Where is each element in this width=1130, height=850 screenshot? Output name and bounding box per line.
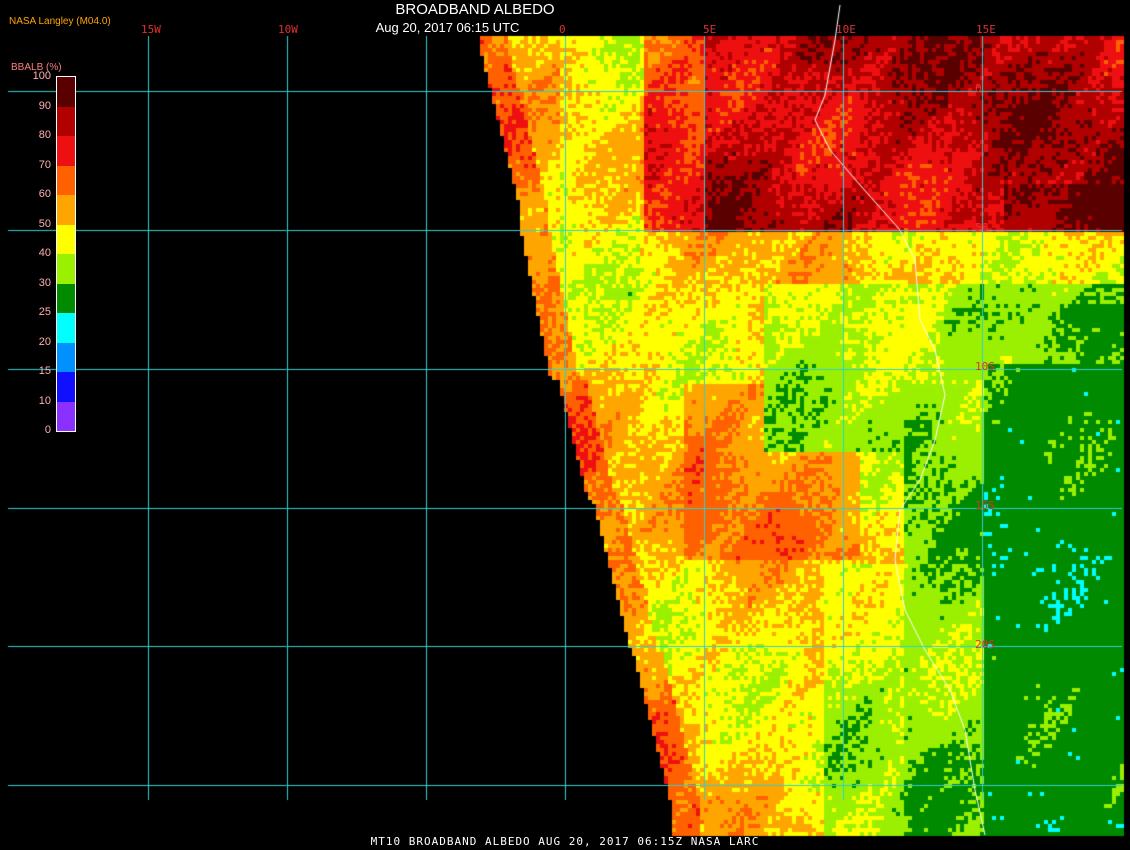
colorbar-swatch [57, 372, 75, 402]
colorbar-tick-label: 20 [38, 335, 51, 348]
colorbar-swatch [57, 224, 75, 254]
colorbar-swatch [57, 106, 75, 136]
map-datetime: Aug 20, 2017 06:15 UTC [375, 20, 520, 35]
colorbar-tick-label: 90 [38, 99, 51, 112]
longitude-label: 10W [278, 23, 298, 36]
colorbar-tick-label: 25 [38, 306, 51, 318]
colorbar-swatch [57, 313, 75, 343]
longitude-label: 15E [976, 23, 996, 36]
longitude-label: 10E [836, 23, 856, 36]
longitude-label: 15W [141, 23, 161, 36]
colorbar-tick-label: 100 [32, 70, 51, 82]
longitude-label: 0 [559, 23, 566, 36]
colorbar-tick-label: 40 [38, 247, 51, 259]
map-title: BROADBAND ALBEDO [395, 1, 555, 18]
latitude-label: 15S [975, 499, 995, 512]
colorbar-tick-label: 0 [44, 424, 51, 436]
latitude-label: 20S [975, 638, 995, 651]
colorbar-tick-label: 10 [38, 394, 51, 407]
colorbar-swatch [57, 195, 75, 225]
latitude-label: 10S [975, 360, 995, 373]
colorbar [56, 76, 76, 432]
latitude-label: 0 [975, 82, 982, 95]
colorbar-tick-label: 15 [38, 365, 51, 377]
longitude-label: 5E [703, 23, 717, 36]
colorbar-tick-label: 70 [38, 158, 51, 171]
colorbar-tick-label: 50 [38, 217, 51, 230]
colorbar-tick-label: 60 [38, 188, 51, 200]
footer-caption: MT10 BROADBAND ALBEDO AUG 20, 2017 06:15… [370, 835, 760, 848]
colorbar-swatch [57, 401, 75, 431]
colorbar-tick-label: 30 [38, 276, 51, 289]
credit-label: NASA Langley (M04.0) [9, 16, 111, 27]
colorbar-swatch [57, 136, 75, 166]
colorbar-tick-label: 80 [38, 129, 51, 141]
colorbar-swatch [57, 283, 75, 313]
albedo-map-image [0, 0, 1130, 850]
colorbar-swatch [57, 342, 75, 372]
colorbar-swatch [57, 165, 75, 195]
colorbar-swatch [57, 77, 75, 107]
latitude-label: 5S [975, 221, 989, 234]
colorbar-swatch [57, 254, 75, 284]
